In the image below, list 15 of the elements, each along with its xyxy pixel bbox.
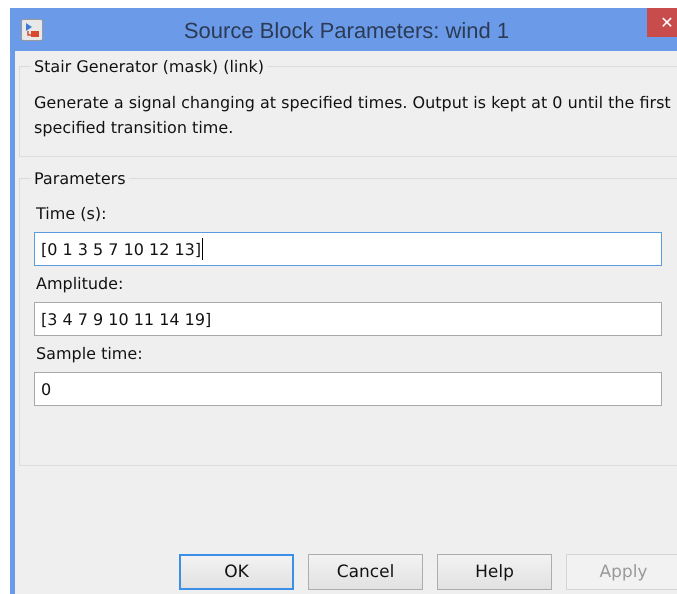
input-field[interactable]: 0 [34,372,662,406]
group-title: Stair Generator (mask) (link) [33,57,266,76]
app-icon [21,18,43,40]
group-title: Parameters [33,169,127,188]
description-text: Generate a signal changing at specified times. Output is kept at 0 until the first specified transition time. [34,92,672,139]
dialog-button[interactable]: OK [179,554,294,590]
input-field[interactable]: [3 4 7 9 10 11 14 19] [34,302,662,336]
close-button[interactable]: ✕ [647,8,677,37]
dialog-button[interactable]: Cancel [308,554,423,590]
window-title: Source Block Parameters: wind 1 [182,16,510,44]
field-label: Amplitude: [36,274,124,293]
field-label: Sample time: [36,344,144,363]
field-label: Time (s): [36,204,108,223]
dialog-button[interactable]: Help [437,554,552,590]
input-field[interactable]: [0 1 3 5 7 10 12 13] [34,232,662,266]
